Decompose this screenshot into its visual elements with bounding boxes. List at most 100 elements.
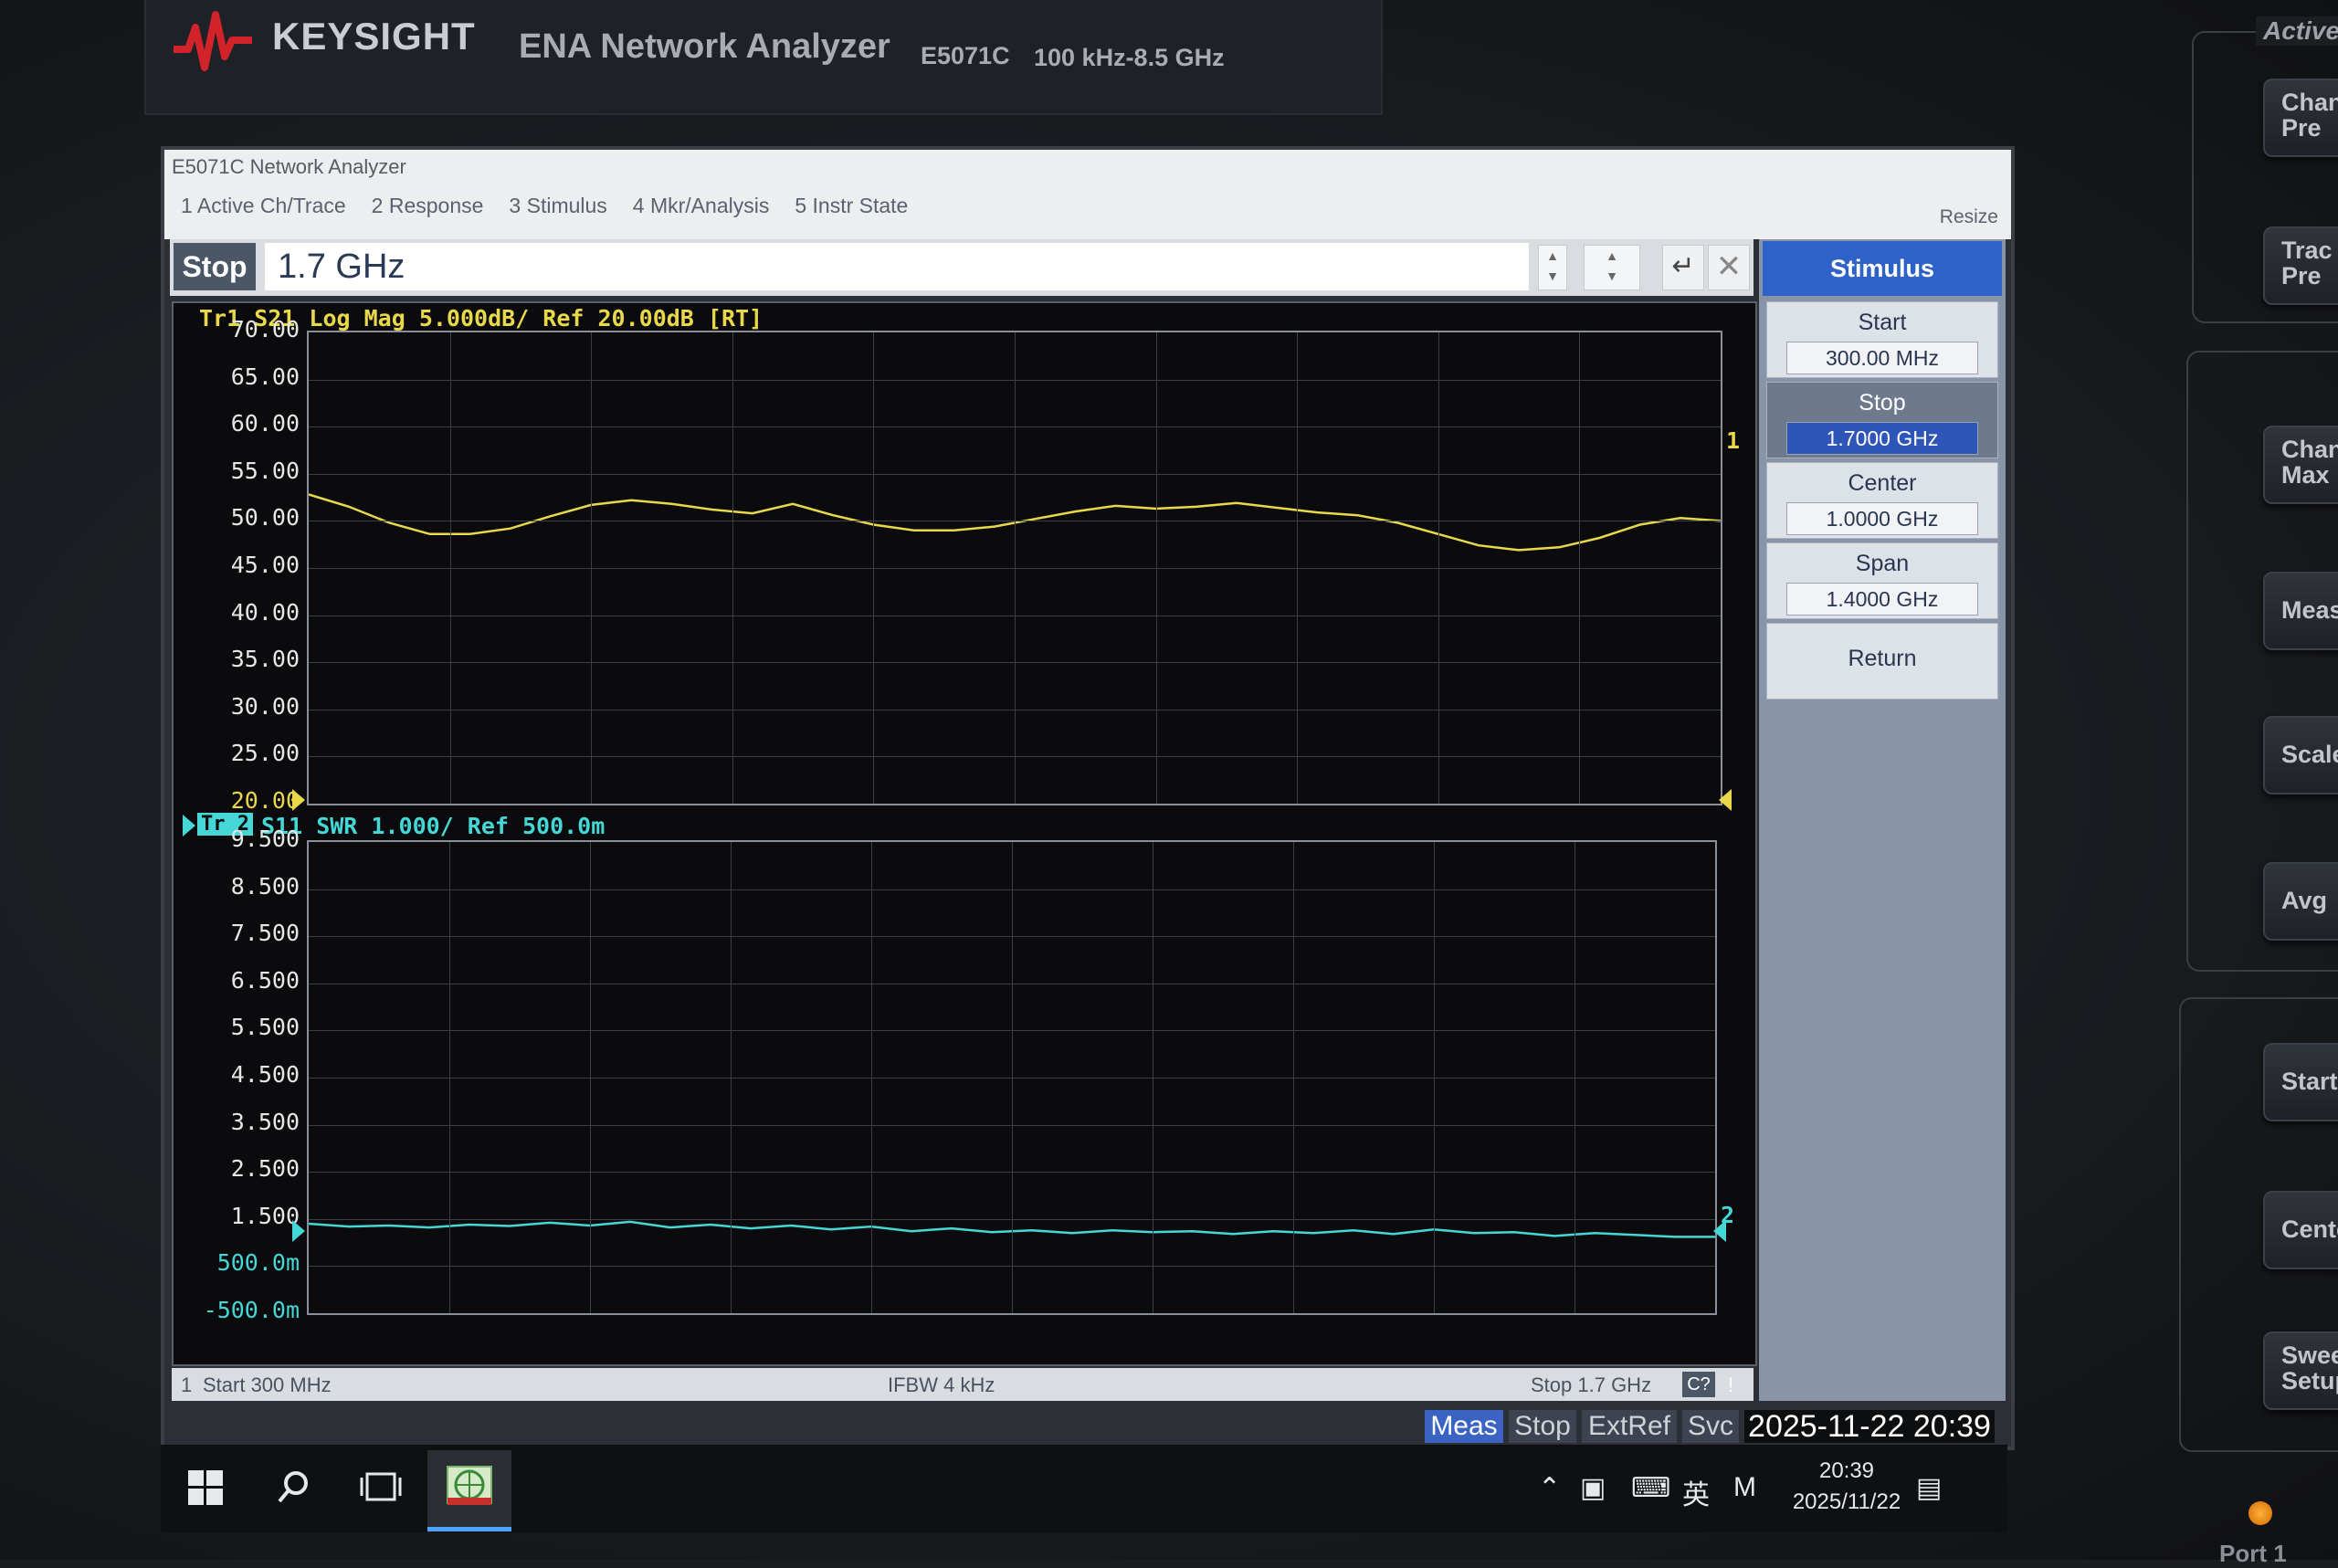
trace2-tick-label: 9.500 [230, 826, 300, 852]
spin-button-step[interactable]: ▲ ▼ [1538, 245, 1567, 290]
hw-key-center[interactable]: Cente [2263, 1191, 2338, 1269]
ime-language-indicator[interactable]: 英 [1682, 1472, 1710, 1512]
gridline-horizontal [309, 1172, 1715, 1173]
trace1-tick-label: 20.00 [230, 787, 300, 814]
task-view-icon[interactable] [360, 1470, 402, 1503]
trace2-header: S11 SWR 1.000/ Ref 500.0m [261, 813, 606, 839]
hw-key-avg[interactable]: Avg [2263, 862, 2338, 941]
data-entry-bar: Stop 1.7 GHz ▲ ▼ ▲ ▼ ↵ ✕ [170, 239, 1754, 296]
status-extref: ExtRef [1582, 1410, 1677, 1443]
trace1-tick-label: 45.00 [230, 552, 300, 578]
gridline-horizontal [309, 1078, 1715, 1079]
network-analyzer-app-button[interactable] [427, 1450, 511, 1531]
softkey-start-value: 300.00 MHz [1786, 342, 1978, 374]
softkey-start[interactable]: Start 300.00 MHz [1766, 301, 1998, 378]
menu-stimulus[interactable]: 3 Stimulus [509, 194, 606, 218]
trace1-tick-label: 60.00 [230, 410, 300, 437]
trace1-tick-label: 30.00 [230, 692, 300, 720]
trace1-tick-label: 25.00 [230, 740, 300, 767]
trace2-tick-label: 7.500 [230, 920, 300, 947]
entry-value-field[interactable]: 1.7 GHz [265, 243, 1529, 290]
trace1-tick-label: 70.00 [230, 316, 300, 342]
spin-button-fine[interactable]: ▲ ▼ [1584, 245, 1640, 290]
gridline-horizontal [309, 756, 1721, 758]
window-titlebar: E5071C Network Analyzer 1 Active Ch/Trac… [164, 150, 2011, 239]
menu-response[interactable]: 2 Response [372, 194, 484, 218]
hw-key-channel-prev[interactable]: Chan Pre [2263, 79, 2338, 157]
status-ifbw: IFBW 4 kHz [888, 1373, 995, 1396]
menu-mkr-analysis[interactable]: 4 Mkr/Analysis [633, 194, 770, 218]
keysight-logo-icon [174, 11, 252, 71]
hw-key-meas[interactable]: Meas [2263, 572, 2338, 650]
softkey-span[interactable]: Span 1.4000 GHz [1766, 542, 1998, 619]
port-label: Port 1 [2219, 1540, 2287, 1567]
taskbar-clock[interactable]: 20:39 2025/11/22 [1783, 1456, 1911, 1518]
softkey-stop-label: Stop [1859, 390, 1906, 416]
softkey-center[interactable]: Center 1.0000 GHz [1766, 462, 1998, 539]
gridline-vertical [1579, 332, 1581, 804]
plot-area: Tr1 S21 Log Mag 5.000dB/ Ref 20.00dB [RT… [172, 301, 1757, 1366]
gridline-horizontal [309, 662, 1721, 664]
softkey-return[interactable]: Return [1766, 623, 1998, 700]
ime-mode-indicator[interactable]: M [1733, 1472, 1756, 1503]
menu-instr-state[interactable]: 5 Instr State [795, 194, 908, 218]
softkey-span-value: 1.4000 GHz [1786, 583, 1978, 616]
trace1-ref-arrow-right [1719, 789, 1732, 811]
hw-key-start[interactable]: Start [2263, 1043, 2338, 1121]
trace2-ref-arrow-left [292, 1220, 305, 1242]
softkey-start-label: Start [1858, 310, 1907, 335]
softkey-stop-value: 1.7000 GHz [1786, 422, 1978, 455]
frequency-range: 100 kHz-8.5 GHz [1034, 44, 1225, 71]
gridline-vertical [1438, 332, 1439, 804]
keyboard-icon[interactable]: ⌨ [1631, 1472, 1670, 1504]
port-led [2248, 1501, 2272, 1525]
windows-taskbar: ⌃ ▣ ⌨ 英 M 20:39 2025/11/22 ▤ [161, 1445, 2007, 1532]
instrument-status-bar: Meas Stop ExtRef Svc 2025-11-22 20:39 [164, 1406, 2011, 1447]
network-icon[interactable]: ▣ [1580, 1472, 1606, 1504]
taskbar-date: 2025/11/22 [1792, 1489, 1901, 1514]
active-group-label: Active [2256, 16, 2338, 46]
resize-button[interactable]: Resize [1940, 206, 1998, 228]
trace2-tick-label: 2.500 [230, 1155, 300, 1183]
trace1-tick-label: 35.00 [230, 646, 300, 673]
trace2-tick-label: 4.500 [230, 1061, 300, 1088]
trace2-tick-label: 8.500 [230, 872, 300, 900]
softkey-stop[interactable]: Stop 1.7000 GHz [1766, 382, 1998, 458]
menu-active-ch-trace[interactable]: 1 Active Ch/Trace [181, 194, 346, 218]
trace2-grid [307, 840, 1717, 1315]
window-title: E5071C Network Analyzer [172, 155, 406, 178]
status-flag: ! [1728, 1373, 1734, 1396]
softkey-center-value: 1.0000 GHz [1786, 502, 1978, 535]
status-svc: Svc [1682, 1410, 1739, 1443]
hw-key-sweep-setup[interactable]: Swee Setup [2263, 1331, 2338, 1410]
entry-label: Stop [174, 243, 256, 290]
hw-key-scale[interactable]: Scale [2263, 716, 2338, 795]
trace1-tick-label: 65.00 [230, 363, 300, 390]
search-icon[interactable] [276, 1468, 312, 1505]
notification-icon[interactable]: ▤ [1916, 1472, 1942, 1504]
hw-key-trace-prev[interactable]: Trac Pre [2263, 226, 2338, 305]
trace2-tick-label: 6.500 [230, 966, 300, 994]
channel-status-bar: 1 Start 300 MHz IFBW 4 kHz Stop 1.7 GHz … [172, 1368, 1754, 1401]
windows-start-icon[interactable] [188, 1470, 223, 1505]
enter-icon[interactable]: ↵ [1662, 245, 1704, 290]
trace2-tick-label: 500.0m [216, 1249, 300, 1277]
softkey-panel: Stimulus Start 300.00 MHz Stop 1.7000 GH… [1759, 239, 2006, 1401]
status-stop: Stop 1.7 GHz [1531, 1373, 1652, 1396]
hw-key-channel-max[interactable]: Chann Max [2263, 426, 2338, 504]
trace2-tick-label: 1.500 [230, 1202, 300, 1229]
menu-bar: 1 Active Ch/Trace 2 Response 3 Stimulus … [181, 194, 908, 218]
softkey-menu-title: Stimulus [1763, 241, 2002, 296]
trace1-tick-label: 40.00 [230, 598, 300, 626]
gridline-vertical [1293, 842, 1294, 1313]
status-start: Start 300 MHz [203, 1373, 332, 1396]
trace1-marker-label: 1 [1726, 427, 1741, 454]
network-analyzer-app-icon [447, 1466, 492, 1505]
close-icon[interactable]: ✕ [1708, 245, 1750, 290]
chevron-up-icon[interactable]: ⌃ [1538, 1472, 1561, 1504]
gridline-horizontal [309, 1218, 1715, 1220]
status-channel: 1 [181, 1373, 193, 1396]
brand-panel: KEYSIGHT ENA Network Analyzer E5071C 100… [144, 0, 1383, 115]
gridline-vertical [1297, 332, 1299, 804]
trace1-ref-arrow-left [292, 789, 305, 811]
